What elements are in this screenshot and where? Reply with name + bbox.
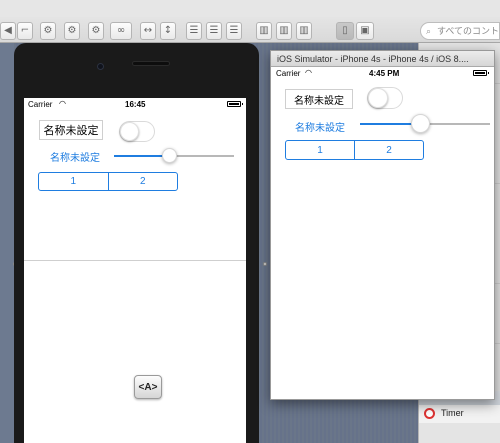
sim-battery-icon	[473, 70, 487, 76]
align-left-icon: ☰	[189, 25, 199, 36]
sim-name-label[interactable]: 名称未設定	[285, 89, 353, 109]
segment-1[interactable]: 1	[39, 173, 108, 190]
align-right-button[interactable]: ☰	[226, 22, 242, 40]
sim-segmented-control[interactable]: 1 2	[285, 140, 424, 160]
align-top-icon: ▥	[259, 25, 269, 36]
timer-icon	[424, 408, 435, 419]
sim-switch-toggle[interactable]	[367, 87, 403, 109]
align-center-icon: ☰	[209, 25, 219, 36]
view-divider	[24, 260, 246, 261]
sim-carrier-label: Carrier	[276, 69, 301, 78]
layout-button[interactable]: ⌐	[17, 22, 33, 40]
align-top-button[interactable]: ▥	[256, 22, 272, 40]
segment-2[interactable]: 2	[107, 173, 178, 190]
slider-fill	[114, 155, 169, 157]
layout-icon: ⌐	[20, 25, 30, 36]
timer-object-row[interactable]: Timer	[419, 405, 500, 423]
timer-label: Timer	[441, 408, 464, 418]
sim-segment-1[interactable]: 1	[286, 141, 354, 159]
resolve-button[interactable]: ⚙	[88, 22, 104, 40]
status-time: 16:45	[125, 100, 146, 109]
sim-wifi-icon: ◠	[305, 68, 312, 77]
resolve-button[interactable]: ⚙	[40, 22, 56, 40]
slider[interactable]	[114, 148, 234, 163]
battery-icon	[227, 101, 241, 107]
carrier-label: Carrier	[28, 100, 53, 109]
sim-slider-thumb[interactable]	[411, 114, 430, 133]
sim-name-button[interactable]: 名称未設定	[295, 119, 345, 134]
library-button[interactable]: ▣	[356, 22, 374, 40]
segmented-control[interactable]: 1 2	[38, 172, 178, 191]
sim-slider[interactable]	[360, 114, 490, 133]
align-middle-icon: ▥	[279, 25, 289, 36]
left-gutter	[0, 43, 14, 443]
sim-segment-2[interactable]: 2	[354, 141, 423, 159]
name-button[interactable]: 名称未設定	[50, 149, 100, 164]
wifi-icon: ◠	[59, 99, 66, 108]
resolve-icon: ⚙	[91, 25, 101, 36]
resolve-button[interactable]: ⚙	[64, 22, 80, 40]
width-icon: ↔	[143, 25, 153, 36]
link-icon: ∞	[116, 25, 126, 36]
simulator-titlebar[interactable]: iOS Simulator - iPhone 4s - iPhone 4s / …	[271, 51, 494, 67]
search-placeholder: すべてのコント	[437, 26, 500, 36]
resolve-icon: ⚙	[43, 25, 53, 36]
camera-icon	[97, 63, 104, 70]
align-right-icon: ☰	[229, 25, 239, 36]
resolve-icon: ⚙	[67, 25, 77, 36]
align-center-button[interactable]: ☰	[206, 22, 222, 40]
file-inspector-button[interactable]: ▯	[336, 22, 354, 40]
align-bottom-icon: ▥	[299, 25, 309, 36]
ios-simulator-window: iOS Simulator - iPhone 4s - iPhone 4s / …	[270, 50, 495, 400]
earpiece	[132, 61, 170, 66]
height-icon: ↕	[163, 25, 173, 36]
slider-thumb[interactable]	[162, 148, 177, 163]
keyboard-accessory-a-button[interactable]: <A>	[134, 375, 162, 399]
object-library-search[interactable]: ⌕ すべてのコント	[420, 22, 500, 40]
link-button[interactable]: ∞	[110, 22, 132, 40]
arrow-button[interactable]: ◀	[0, 22, 16, 40]
sim-status-bar: Carrier ◠ 4:45 PM	[271, 67, 494, 79]
simulator-screen[interactable]: Carrier ◠ 4:45 PM 名称未設定 名称未設定 1 2	[271, 67, 494, 399]
width-button[interactable]: ↔	[140, 22, 156, 40]
align-left-button[interactable]: ☰	[186, 22, 202, 40]
file-inspector-icon: ▯	[342, 25, 348, 36]
view-controller-screen[interactable]: Carrier ◠ 16:45 名称未設定 名称未設定 1 2 <A>	[24, 98, 246, 443]
search-icon: ⌕	[426, 27, 432, 37]
storyboard-iphone: Carrier ◠ 16:45 名称未設定 名称未設定 1 2 <A>	[14, 43, 259, 443]
library-icon: ▣	[360, 25, 370, 36]
sim-status-time: 4:45 PM	[369, 69, 400, 78]
arrow-icon: ◀	[4, 25, 12, 36]
status-bar: Carrier ◠ 16:45	[24, 98, 246, 110]
align-bottom-button[interactable]: ▥	[296, 22, 312, 40]
name-label[interactable]: 名称未設定	[39, 120, 103, 140]
resize-handle[interactable]	[263, 262, 267, 266]
height-button[interactable]: ↕	[160, 22, 176, 40]
switch-toggle[interactable]	[119, 121, 155, 142]
align-middle-button[interactable]: ▥	[276, 22, 292, 40]
toolbar-strip	[0, 0, 500, 17]
